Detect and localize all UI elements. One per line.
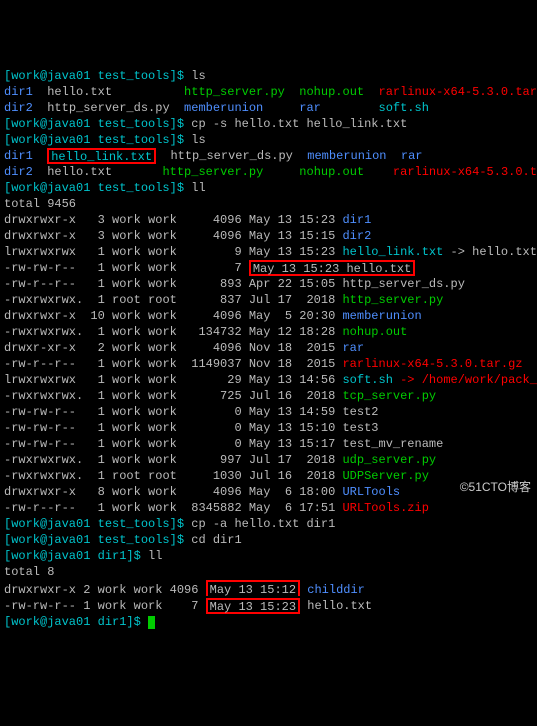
prompt-dir: test_tools]$ <box>98 533 192 547</box>
highlight-box: hello_link.txt <box>47 148 156 164</box>
prompt-host: [work@java01 <box>4 615 98 629</box>
prompt-host: [work@java01 <box>4 181 98 195</box>
prompt-host: [work@java01 <box>4 69 98 83</box>
prompt-dir: test_tools]$ <box>98 117 192 131</box>
prompt-dir: dir1]$ <box>98 615 148 629</box>
prompt-dir: test_tools]$ <box>98 69 192 83</box>
cmd: ll <box>191 181 205 195</box>
cmd: ls <box>191 69 205 83</box>
prompt-host: [work@java01 <box>4 517 98 531</box>
cmd: cp -s hello.txt hello_link.txt <box>191 117 407 131</box>
prompt-dir: test_tools]$ <box>98 181 192 195</box>
terminal-output[interactable]: [work@java01 test_tools]$ ls dir1 hello.… <box>4 68 533 630</box>
cmd: ll <box>148 549 162 563</box>
prompt-dir: test_tools]$ <box>98 133 192 147</box>
prompt-dir: dir1]$ <box>98 549 148 563</box>
cmd: cd dir1 <box>191 533 241 547</box>
prompt-host: [work@java01 <box>4 533 98 547</box>
highlight-box: May 13 15:23 <box>206 598 300 614</box>
cmd: cp -a hello.txt dir1 <box>191 517 335 531</box>
cursor <box>148 616 155 629</box>
prompt-host: [work@java01 <box>4 549 98 563</box>
prompt-host: [work@java01 <box>4 117 98 131</box>
highlight-box: May 13 15:23 hello.txt <box>249 260 415 276</box>
watermark: ©51CTO博客 <box>460 479 531 495</box>
highlight-box: May 13 15:12 <box>206 580 300 596</box>
cmd: ls <box>191 133 205 147</box>
prompt-host: [work@java01 <box>4 133 98 147</box>
prompt-dir: test_tools]$ <box>98 517 192 531</box>
